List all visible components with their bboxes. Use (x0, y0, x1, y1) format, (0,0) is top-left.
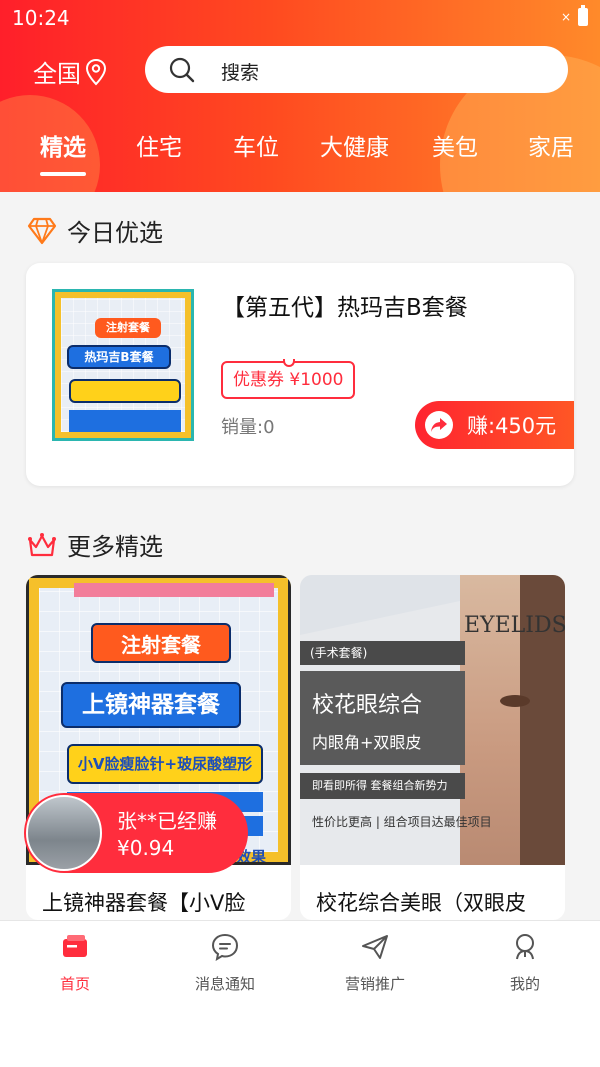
section-more-label: 更多精选 (67, 533, 163, 561)
header: 10:24 × 全国 搜索 精选 住宅 车位 大健康 美包 家居 (0, 0, 600, 192)
paper-plane-icon (362, 935, 388, 959)
tab-health[interactable]: 大健康 (320, 128, 389, 162)
toast-message: 张**已经赚 (117, 809, 217, 833)
nav-marketing-label: 营销推广 (344, 975, 405, 993)
battery-icon (578, 5, 588, 26)
nav-profile[interactable]: 我的 (450, 921, 600, 1003)
system-navigation-bar (0, 1002, 600, 1067)
product-name: 上镜神器套餐【小V脸 (42, 891, 246, 915)
active-tab-indicator (40, 172, 86, 176)
section-today-label: 今日优选 (67, 219, 163, 247)
model-eye (500, 695, 530, 707)
tab-parking[interactable]: 车位 (233, 128, 279, 162)
image-badge-package: 上镜神器套餐 (61, 682, 241, 728)
image-decoration (74, 583, 274, 597)
crown-icon (28, 532, 56, 556)
region-selector[interactable]: 全国 (33, 54, 107, 89)
image-brand-text: EYELIDS (464, 613, 565, 638)
nav-profile-label: 我的 (509, 975, 540, 993)
chat-bubble-icon (211, 933, 239, 961)
product-image: EYELIDS (手术套餐) 校花眼综合 内眼角+双眼皮 即看即所得 套餐组合新… (300, 575, 565, 865)
nav-messages-label: 消息通知 (194, 975, 255, 993)
coupon-badge: 优惠券 ¥1000 (221, 359, 356, 399)
location-pin-icon (85, 58, 107, 85)
image-title: 校花眼综合 (312, 693, 423, 718)
search-bar[interactable]: 搜索 (145, 46, 568, 93)
tab-selected[interactable]: 精选 (40, 128, 86, 162)
status-time: 10:24 (12, 6, 70, 30)
user-icon (516, 934, 534, 960)
tab-residential[interactable]: 住宅 (136, 128, 182, 162)
image-desc: 小V脸瘦脸针+玻尿酸塑形 (67, 744, 263, 784)
avatar (26, 795, 102, 871)
home-card-icon (63, 935, 87, 957)
nav-messages[interactable]: 消息通知 (150, 921, 300, 1003)
earned-toast: 张**已经赚 ¥0.94 (24, 793, 248, 873)
bottom-nav: 首页 消息通知 营销推广 我的 (0, 920, 600, 1002)
nav-home-label: 首页 (59, 975, 90, 993)
product-card[interactable]: EYELIDS (手术套餐) 校花眼综合 内眼角+双眼皮 即看即所得 套餐组合新… (300, 575, 565, 920)
nav-marketing[interactable]: 营销推广 (300, 921, 450, 1003)
region-label: 全国 (33, 60, 81, 88)
product-name: 校花综合美眼（双眼皮 (316, 891, 526, 915)
section-more-title: 更多精选 (27, 527, 163, 562)
image-subtitle: 内眼角+双眼皮 (312, 733, 422, 752)
category-tabs: 精选 住宅 车位 大健康 美包 家居 (0, 128, 600, 168)
status-close-glyph: × (561, 10, 572, 24)
search-placeholder: 搜索 (221, 62, 260, 84)
image-tag: (手术套餐) (300, 641, 465, 665)
image-badge-injection: 注射套餐 (91, 623, 231, 663)
tab-home-furnishing[interactable]: 家居 (528, 128, 574, 162)
earn-amount: 赚:450元 (467, 414, 557, 438)
earn-share-button[interactable]: 赚:450元 (415, 401, 574, 449)
image-line1: 即看即所得 套餐组合新势力 (300, 773, 465, 799)
thumb-desc-block (69, 410, 181, 432)
toast-amount: ¥0.94 (117, 836, 175, 860)
sales-count: 销量:0 (221, 417, 275, 438)
share-arrow-icon (425, 411, 453, 439)
product-thumbnail: 注射套餐 热玛吉B套餐 (52, 289, 194, 441)
tab-beauty[interactable]: 美包 (432, 128, 478, 162)
status-bar: 10:24 × (0, 0, 600, 36)
image-line2: 性价比更高 | 组合项目达最佳项目 (312, 815, 492, 829)
thumb-badge-injection: 注射套餐 (95, 318, 161, 338)
section-today-title: 今日优选 (27, 213, 163, 248)
search-icon (169, 57, 195, 83)
product-title: 【第五代】热玛吉B套餐 (222, 295, 468, 321)
thumb-badge-package: 热玛吉B套餐 (67, 345, 171, 369)
diamond-icon (27, 217, 57, 244)
image-title-block: 校花眼综合 内眼角+双眼皮 (300, 671, 465, 765)
today-product-card[interactable]: 注射套餐 热玛吉B套餐 【第五代】热玛吉B套餐 优惠券 ¥1000 销量:0 赚… (26, 263, 574, 486)
thumb-desc-block (69, 379, 181, 403)
nav-home[interactable]: 首页 (0, 921, 150, 1003)
